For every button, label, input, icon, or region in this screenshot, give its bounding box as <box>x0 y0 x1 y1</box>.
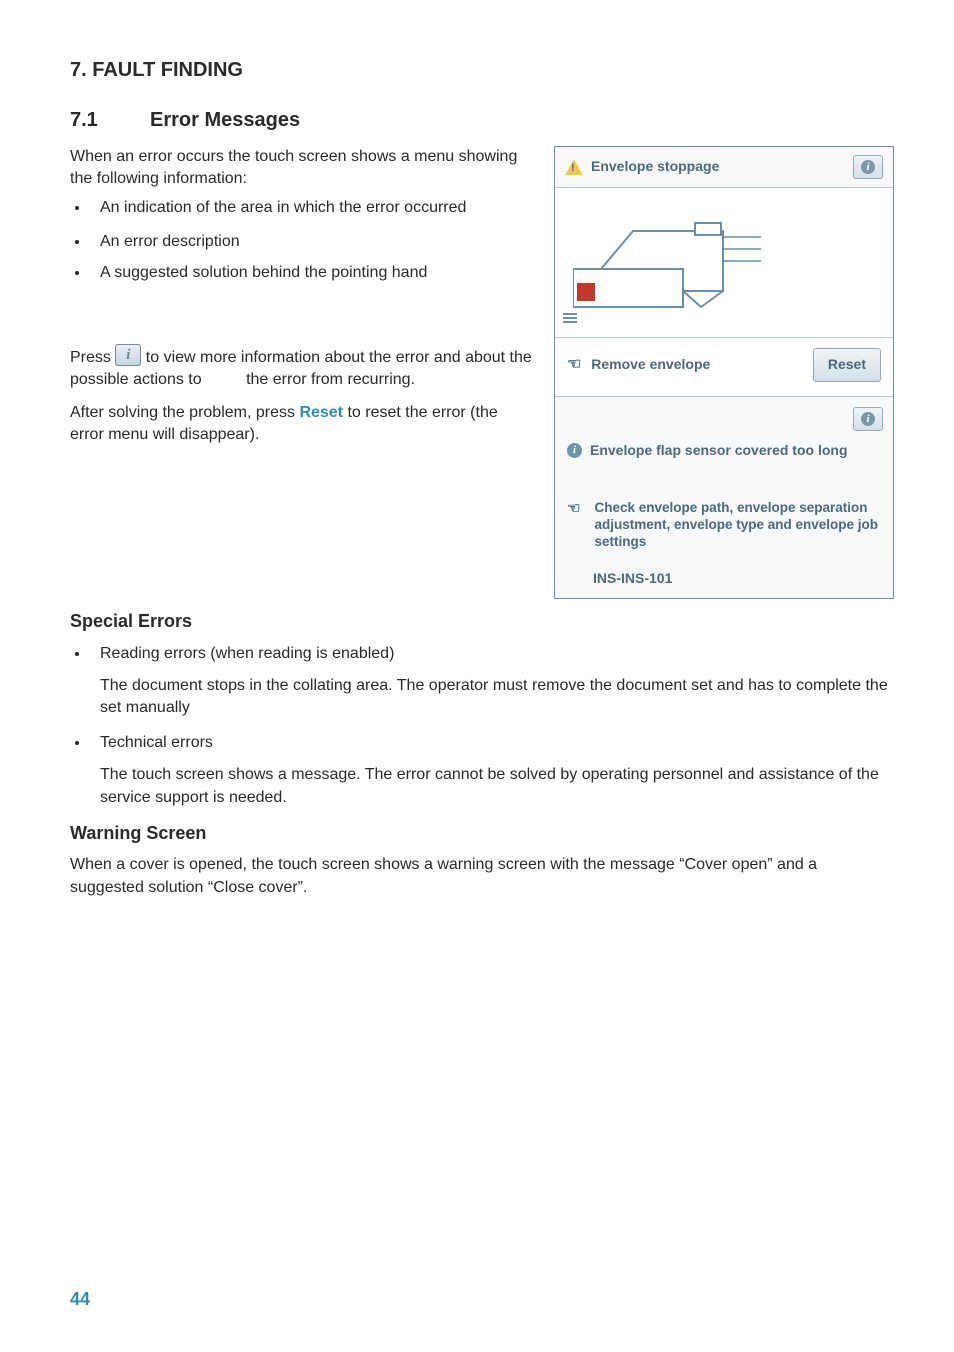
section-heading: 7. FAULT FINDING <box>70 56 894 84</box>
technical-error-desc: The touch screen shows a message. The er… <box>100 764 894 809</box>
list-item: A suggested solution behind the pointing… <box>90 262 532 284</box>
check-text: Check envelope path, envelope separation… <box>594 500 881 551</box>
info-icon[interactable] <box>115 344 141 366</box>
error-screen-illustration: Envelope stoppage i <box>554 146 894 599</box>
list-item: An indication of the area in which the e… <box>90 197 532 219</box>
error-code: INS-INS-101 <box>555 555 893 599</box>
reset-button[interactable]: Reset <box>813 348 881 382</box>
list-item: Technical errors <box>90 732 894 754</box>
page-number: 44 <box>70 1287 90 1312</box>
intro-paragraph: When an error occurs the touch screen sh… <box>70 146 532 191</box>
list-item: An error description <box>90 231 532 253</box>
action-text: Remove envelope <box>591 356 710 372</box>
special-errors-list: Reading errors (when reading is enabled) <box>70 643 894 665</box>
special-errors-heading: Special Errors <box>70 609 894 634</box>
warning-screen-text: When a cover is opened, the touch screen… <box>70 854 894 899</box>
info-button[interactable]: i <box>853 155 883 179</box>
press-instruction: Press to view more information about the… <box>70 344 532 392</box>
error-title: Envelope stoppage <box>591 157 719 177</box>
detail-title: Envelope flap sensor covered too long <box>590 441 848 461</box>
reading-error-desc: The document stops in the collating area… <box>100 675 894 720</box>
pointing-hand-icon: ☜ <box>567 356 581 373</box>
machine-diagram-icon <box>573 199 773 319</box>
intro-bullet-list: An indication of the area in which the e… <box>70 197 532 284</box>
info-button[interactable]: i <box>853 407 883 431</box>
list-item: Reading errors (when reading is enabled) <box>90 643 894 665</box>
warning-screen-heading: Warning Screen <box>70 821 894 846</box>
subsection-heading: 7.1Error Messages <box>70 106 894 134</box>
warning-icon <box>565 159 583 175</box>
special-errors-list-2: Technical errors <box>70 732 894 754</box>
reset-inline-label: Reset <box>299 404 343 421</box>
pointing-hand-icon: ☜ <box>567 500 580 551</box>
reset-instruction: After solving the problem, press Reset t… <box>70 402 532 447</box>
info-icon: i <box>567 443 582 458</box>
error-diagram-area <box>555 188 893 338</box>
